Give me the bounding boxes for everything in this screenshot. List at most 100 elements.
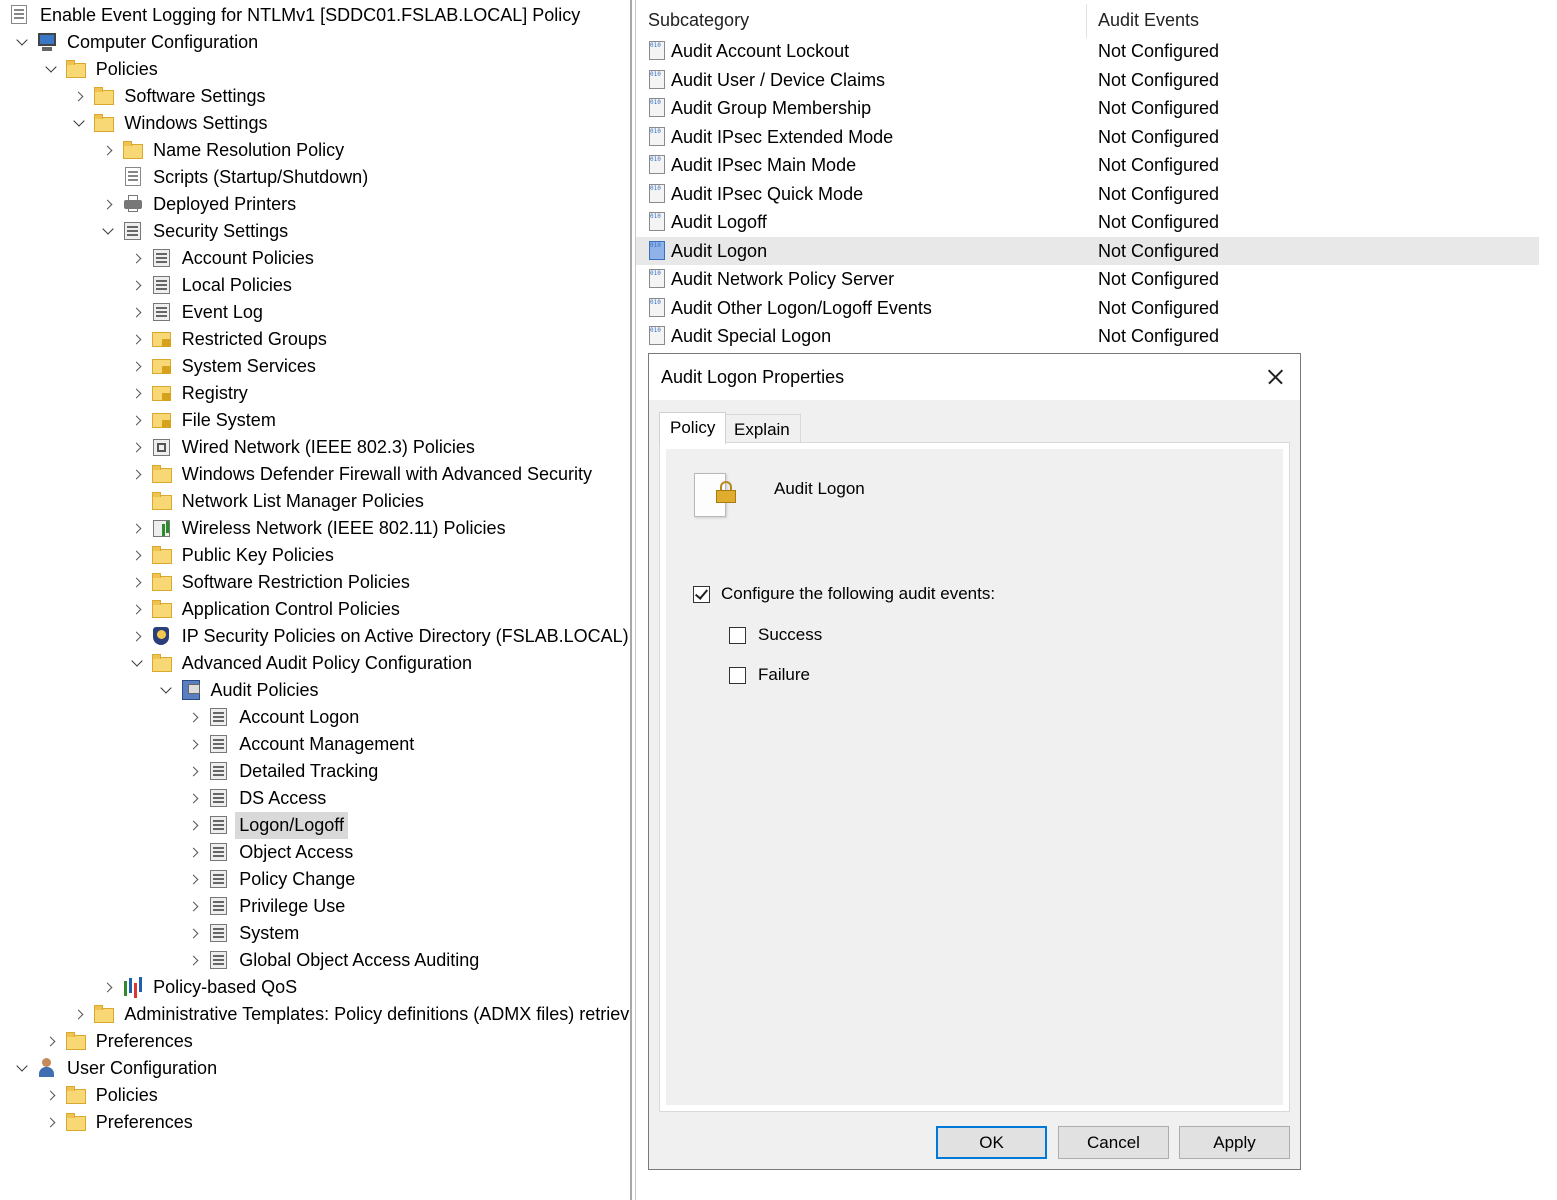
tree-item[interactable]: Policies: [0, 1082, 630, 1109]
chevron-right-icon[interactable]: [73, 1001, 88, 1028]
list-row[interactable]: Audit IPsec Extended Mode Not Configured: [636, 123, 1539, 151]
tree-item[interactable]: Account Management: [0, 731, 630, 758]
chevron-down-icon[interactable]: [16, 1055, 30, 1082]
tree-item[interactable]: Deployed Printers: [0, 191, 630, 218]
tree-item[interactable]: Software Settings: [0, 83, 630, 110]
column-divider[interactable]: [1086, 4, 1087, 38]
tree-item[interactable]: Account Policies: [0, 245, 630, 272]
chevron-right-icon[interactable]: [102, 974, 117, 1001]
chevron-right-icon[interactable]: [188, 893, 203, 920]
tree-item[interactable]: System: [0, 920, 630, 947]
tree-item[interactable]: Restricted Groups: [0, 326, 630, 353]
chevron-right-icon[interactable]: [130, 596, 145, 623]
list-row[interactable]: Audit Group Membership Not Configured: [636, 94, 1539, 122]
chevron-right-icon[interactable]: [44, 1109, 59, 1136]
chevron-down-icon[interactable]: [131, 650, 145, 677]
configure-checkbox[interactable]: [693, 586, 710, 603]
chevron-right-icon[interactable]: [130, 515, 145, 542]
tree-item[interactable]: Security Settings: [0, 218, 630, 245]
tree-item[interactable]: DS Access: [0, 785, 630, 812]
tree-item[interactable]: Name Resolution Policy: [0, 137, 630, 164]
tree-item[interactable]: Wired Network (IEEE 802.3) Policies: [0, 434, 630, 461]
chevron-right-icon[interactable]: [130, 569, 145, 596]
chevron-right-icon[interactable]: [130, 299, 145, 326]
list-row[interactable]: Audit Other Logon/Logoff Events Not Confi…: [636, 294, 1539, 322]
configure-checkbox-label[interactable]: Configure the following audit events:: [721, 584, 995, 604]
tree-item[interactable]: Object Access: [0, 839, 630, 866]
chevron-right-icon[interactable]: [130, 407, 145, 434]
tree-pane[interactable]: Enable Event Logging for NTLMv1 [SDDC01.…: [0, 0, 630, 1200]
chevron-right-icon[interactable]: [188, 839, 203, 866]
tree-item[interactable]: Public Key Policies: [0, 542, 630, 569]
chevron-down-icon[interactable]: [102, 218, 116, 245]
chevron-right-icon[interactable]: [102, 137, 117, 164]
list-row[interactable]: Audit Network Policy Server Not Configure…: [636, 265, 1539, 293]
chevron-right-icon[interactable]: [188, 947, 203, 974]
tree-item[interactable]: Policies: [0, 56, 630, 83]
column-header-audit-events[interactable]: Audit Events: [1098, 0, 1199, 40]
chevron-right-icon[interactable]: [130, 461, 145, 488]
failure-checkbox-label[interactable]: Failure: [758, 665, 810, 685]
success-checkbox[interactable]: [729, 627, 746, 644]
list-row[interactable]: Audit Account Lockout Not Configured: [636, 37, 1539, 65]
tree-item[interactable]: Scripts (Startup/Shutdown): [0, 164, 630, 191]
list-row[interactable]: Audit Logoff Not Configured: [636, 208, 1539, 236]
tree-item[interactable]: IP Security Policies on Active Directory…: [0, 623, 630, 650]
chevron-right-icon[interactable]: [102, 191, 117, 218]
tree-item[interactable]: Audit Policies: [0, 677, 630, 704]
tree-item[interactable]: Computer Configuration: [0, 29, 630, 56]
apply-button[interactable]: Apply: [1179, 1126, 1290, 1159]
list-row[interactable]: Audit Logon Not Configured: [636, 236, 1539, 265]
tree-item[interactable]: Logon/Logoff: [0, 812, 630, 839]
tree-item[interactable]: Account Logon: [0, 704, 630, 731]
chevron-right-icon[interactable]: [130, 380, 145, 407]
tab-explain[interactable]: Explain: [723, 414, 801, 444]
tree-item[interactable]: Preferences: [0, 1028, 630, 1055]
chevron-right-icon[interactable]: [73, 83, 88, 110]
tree-item[interactable]: Preferences: [0, 1109, 630, 1136]
tab-policy[interactable]: Policy: [659, 412, 727, 444]
tree-item[interactable]: Application Control Policies: [0, 596, 630, 623]
chevron-right-icon[interactable]: [130, 542, 145, 569]
list-row[interactable]: Audit Special Logon Not Configured: [636, 322, 1539, 350]
chevron-right-icon[interactable]: [130, 353, 145, 380]
tree-item[interactable]: Windows Defender Firewall with Advanced …: [0, 461, 630, 488]
tree-item[interactable]: Detailed Tracking: [0, 758, 630, 785]
chevron-right-icon[interactable]: [130, 326, 145, 353]
chevron-right-icon[interactable]: [130, 434, 145, 461]
chevron-right-icon[interactable]: [130, 245, 145, 272]
chevron-down-icon[interactable]: [16, 29, 30, 56]
failure-checkbox[interactable]: [729, 667, 746, 684]
chevron-right-icon[interactable]: [188, 812, 203, 839]
tree-item[interactable]: Software Restriction Policies: [0, 569, 630, 596]
tree-item[interactable]: Registry: [0, 380, 630, 407]
tree-item[interactable]: Administrative Templates: Policy definit…: [0, 1001, 630, 1028]
chevron-down-icon[interactable]: [45, 56, 59, 83]
ok-button[interactable]: OK: [936, 1126, 1047, 1159]
tree-item[interactable]: Advanced Audit Policy Configuration: [0, 650, 630, 677]
chevron-right-icon[interactable]: [188, 866, 203, 893]
chevron-down-icon[interactable]: [73, 110, 87, 137]
column-header-subcategory[interactable]: Subcategory: [648, 0, 749, 40]
tree-item[interactable]: Windows Settings: [0, 110, 630, 137]
tree-item[interactable]: Event Log: [0, 299, 630, 326]
dialog-titlebar[interactable]: Audit Logon Properties: [649, 354, 1300, 400]
cancel-button[interactable]: Cancel: [1058, 1126, 1169, 1159]
success-checkbox-label[interactable]: Success: [758, 625, 822, 645]
chevron-right-icon[interactable]: [130, 272, 145, 299]
tree-item[interactable]: Wireless Network (IEEE 802.11) Policies: [0, 515, 630, 542]
close-icon[interactable]: [1259, 364, 1289, 390]
chevron-right-icon[interactable]: [44, 1028, 59, 1055]
chevron-right-icon[interactable]: [130, 623, 145, 650]
chevron-down-icon[interactable]: [160, 677, 174, 704]
chevron-right-icon[interactable]: [44, 1082, 59, 1109]
tree-item[interactable]: Policy Change: [0, 866, 630, 893]
chevron-right-icon[interactable]: [188, 785, 203, 812]
list-row[interactable]: Audit IPsec Main Mode Not Configured: [636, 151, 1539, 179]
tree-item[interactable]: Network List Manager Policies: [0, 488, 630, 515]
chevron-right-icon[interactable]: [188, 920, 203, 947]
tree-item[interactable]: Policy-based QoS: [0, 974, 630, 1001]
chevron-right-icon[interactable]: [188, 704, 203, 731]
tree-item[interactable]: Global Object Access Auditing: [0, 947, 630, 974]
tree-item[interactable]: File System: [0, 407, 630, 434]
